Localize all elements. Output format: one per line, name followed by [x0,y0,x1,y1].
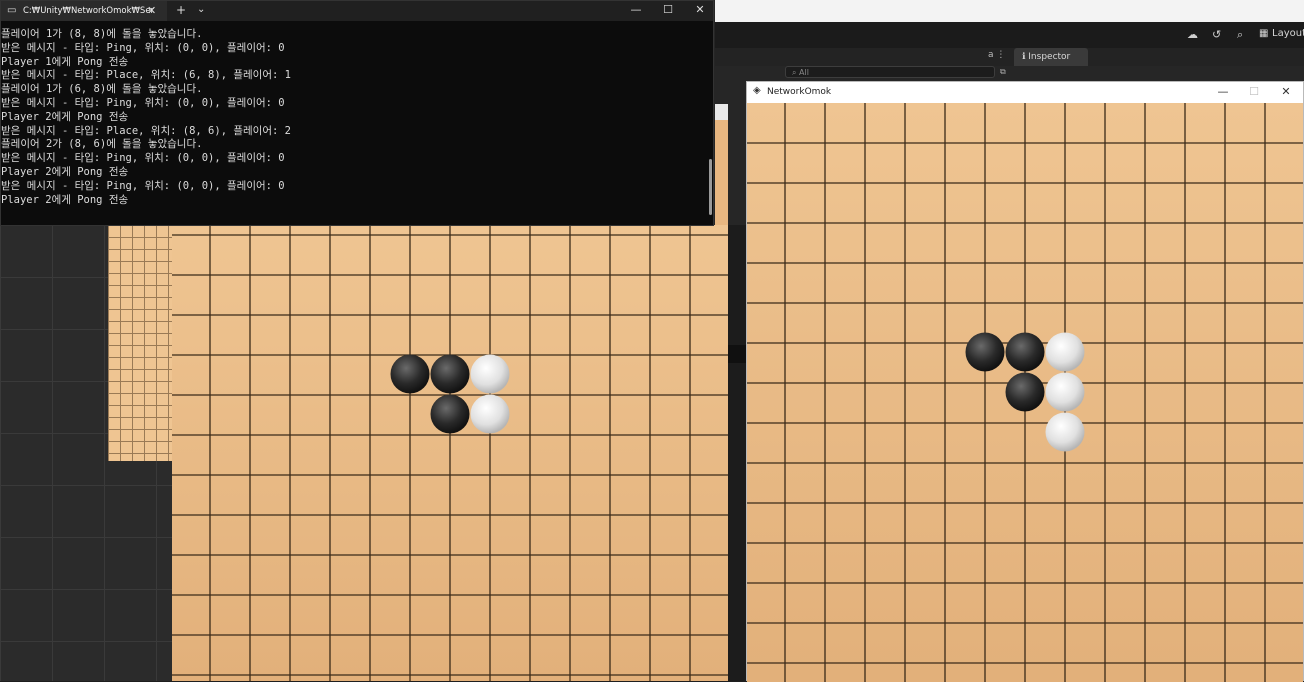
new-tab-button[interactable]: + [176,3,186,17]
search-icon[interactable]: ⌕ [1237,28,1243,42]
right-board-svg [747,103,1303,682]
terminal-line: 받은 메시지 - 타입: Ping, 위치: (0, 0), 플레이어: 0 [1,152,285,165]
omok-title-bar[interactable]: ◈ NetworkOmok — ☐ ✕ [747,82,1303,103]
layout-icon: ▦ [1259,28,1269,39]
history-icon[interactable]: ↺ [1212,28,1221,41]
omok-board[interactable] [747,103,1303,682]
inspector-tab-label: Inspector [1028,52,1071,62]
terminal-line: 플레이어 1가 (6, 8)에 돌을 놓았습니다. [1,83,203,96]
panel-divider [728,225,746,681]
terminal-line: Player 2에게 Pong 전송 [1,193,129,206]
background-board-edge [715,120,728,226]
white-stone[interactable] [1045,332,1085,372]
window-title: NetworkOmok [767,87,832,97]
panel-tab-bar [715,48,1304,66]
cloud-icon[interactable]: ☁ [1187,28,1198,41]
game-view-board[interactable] [172,225,728,681]
terminal-tab-title: C:₩Unity₩NetworkOmok₩Ser [23,6,155,16]
left-board-svg [172,225,728,681]
black-stone[interactable] [1005,372,1045,412]
terminal-line: 받은 메시지 - 타입: Ping, 위치: (0, 0), 플레이어: 0 [1,179,285,192]
terminal-line: 플레이어 1가 (8, 8)에 돌을 놓았습니다. [1,28,203,40]
editor-menu-bar [715,0,1304,22]
white-stone[interactable] [1045,412,1085,452]
lock-label: a [988,50,994,60]
terminal-tab[interactable]: ▭ C:₩Unity₩NetworkOmok₩Ser ✕ [1,1,167,21]
search-placeholder: All [799,68,809,77]
black-stone[interactable] [430,394,470,434]
terminal-line: 받은 메시지 - 타입: Ping, 위치: (0, 0), 플레이어: 0 [1,41,285,54]
terminal-icon: ▭ [7,5,17,16]
terminal-minimize-button[interactable]: — [625,3,647,16]
terminal-line: 받은 메시지 - 타입: Place, 위치: (6, 8), 플레이어: 1 [1,69,291,82]
terminal-close-button[interactable]: ✕ [689,3,711,16]
network-omok-window: ◈ NetworkOmok — ☐ ✕ [746,81,1304,682]
white-stone[interactable] [1045,372,1085,412]
white-stone[interactable] [470,394,510,434]
layout-dropdown[interactable]: Layout [1272,28,1304,39]
terminal-line: Player 2에게 Pong 전송 [1,110,129,123]
terminal-scrollbar[interactable] [709,159,712,215]
close-button[interactable]: ✕ [1276,85,1296,98]
black-stone[interactable] [430,354,470,394]
terminal-line: 플레이어 2가 (8, 6)에 돌을 놓았습니다. [1,138,203,151]
panel-divider-handle[interactable] [728,345,746,363]
minimize-button[interactable]: — [1213,85,1233,98]
black-stone[interactable] [390,354,430,394]
white-stone[interactable] [470,354,510,394]
terminal-line: Player 2에게 Pong 전송 [1,165,129,178]
unity-app-icon: ◈ [753,85,761,96]
black-stone[interactable] [1005,332,1045,372]
tab-close-icon[interactable]: ✕ [147,4,156,17]
terminal-line: 받은 메시지 - 타입: Ping, 위치: (0, 0), 플레이어: 0 [1,96,285,109]
maximize-button[interactable]: ☐ [1244,85,1264,98]
search-filter-icon[interactable]: ⧉ [1000,67,1006,77]
terminal-maximize-button[interactable]: ☐ [657,3,679,16]
terminal-output[interactable]: 플레이어 1가 (8, 8)에 돌을 놓았습니다. 받은 메시지 - 타입: P… [1,28,701,224]
terminal-line: Player 1에게 Pong 전송 [1,55,129,68]
chevron-down-icon[interactable]: ⌄ [197,4,205,15]
black-stone[interactable] [965,332,1005,372]
tab-inspector[interactable]: ℹ Inspector [1014,48,1088,66]
scene-board-preview [108,225,172,461]
terminal-window: ▭ C:₩Unity₩NetworkOmok₩Ser ✕ + ⌄ — ☐ ✕ 플… [0,0,714,226]
lock-icon[interactable]: a ⋮ [988,50,1005,60]
hierarchy-search-input[interactable]: ⌕ All [785,66,995,78]
terminal-line: 받은 메시지 - 타입: Place, 위치: (8, 6), 플레이어: 2 [1,124,291,137]
